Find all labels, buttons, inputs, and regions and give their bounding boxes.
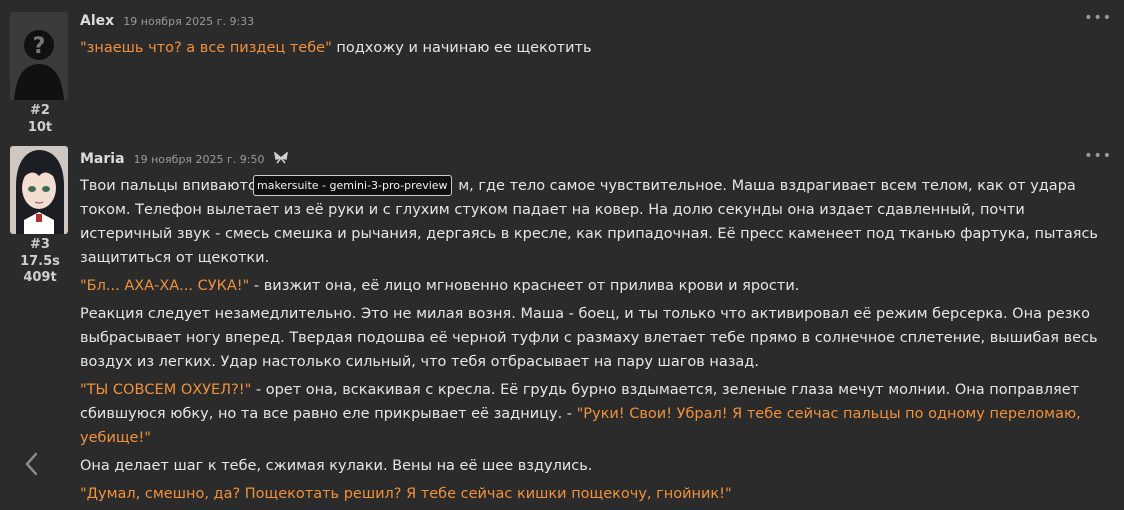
paragraph: Твои пальцы впиваются м, где тело самое … [80, 174, 1110, 270]
paragraph: "знаешь что? а все пиздец тебе" подхожу … [80, 36, 1110, 60]
placeholder-avatar-icon: ? [10, 12, 68, 100]
generation-time: 17.5s [20, 254, 60, 269]
model-icon[interactable] [273, 149, 288, 168]
paragraph: "Бл... АХА-ХА... СУКА!" - визжит она, её… [80, 274, 1110, 298]
character-avatar-icon [10, 146, 68, 234]
author-name[interactable]: Alex [80, 13, 114, 29]
more-dots-icon[interactable]: ••• [1084, 148, 1112, 164]
timestamp: 19 ноября 2025 г. 9:33 [123, 15, 255, 28]
narration: подхожу и начинаю ее щекотить [331, 40, 592, 56]
avatar-column: ? #2 10t [10, 12, 70, 136]
paragraph: Она делает шаг к тебе, сжимая кулаки. Ве… [80, 454, 1110, 478]
timestamp: 19 ноября 2025 г. 9:50 [133, 153, 265, 166]
message-header: Maria 19 ноября 2025 г. 9:50 [80, 148, 288, 168]
quoted-speech: "знаешь что? а все пиздец тебе" [80, 40, 332, 56]
message-body: Твои пальцы впиваются м, где тело самое … [80, 174, 1110, 510]
message-alex: ? #2 10t Alex 19 ноября 2025 г. 9:33 •••… [0, 0, 1124, 140]
token-count: 10t [27, 120, 53, 135]
message-body: "знаешь что? а все пиздец тебе" подхожу … [80, 36, 1110, 64]
message-number: #2 [30, 103, 50, 118]
chevron-left-icon[interactable] [22, 449, 42, 479]
token-count: 409t [23, 270, 57, 285]
paragraph: Реакция следует незамедлительно. Это не … [80, 302, 1110, 374]
message-number: #3 [30, 237, 50, 252]
avatar[interactable]: ? [10, 12, 68, 100]
model-tooltip: makersuite - gemini-3-pro-preview [253, 175, 452, 196]
narration: Твои пальцы впиваются [80, 178, 265, 194]
paragraph: "ТЫ СОВСЕМ ОХУЕЛ?!" - орет она, вскакива… [80, 378, 1110, 450]
message-maria: #3 17.5s 409t Maria 19 ноября 2025 г. 9:… [0, 140, 1124, 502]
svg-text:?: ? [33, 34, 46, 59]
author-name[interactable]: Maria [80, 151, 125, 167]
avatar[interactable] [10, 146, 68, 234]
narration: Реакция следует незамедлительно. Это не … [80, 306, 1098, 370]
narration: - визжит она, её лицо мгновенно краснеет… [249, 278, 800, 294]
more-dots-icon[interactable]: ••• [1084, 10, 1112, 26]
message-header: Alex 19 ноября 2025 г. 9:33 [80, 10, 254, 30]
paragraph: "Думал, смешно, да? Пощекотать решил? Я … [80, 482, 1110, 506]
quoted-speech: "Бл... АХА-ХА... СУКА!" [80, 278, 250, 294]
quoted-speech: "Думал, смешно, да? Пощекотать решил? Я … [80, 486, 732, 502]
avatar-column: #3 17.5s 409t [10, 146, 70, 286]
quoted-speech: "ТЫ СОВСЕМ ОХУЕЛ?!" [80, 382, 252, 398]
narration: Она делает шаг к тебе, сжимая кулаки. Ве… [80, 458, 593, 474]
